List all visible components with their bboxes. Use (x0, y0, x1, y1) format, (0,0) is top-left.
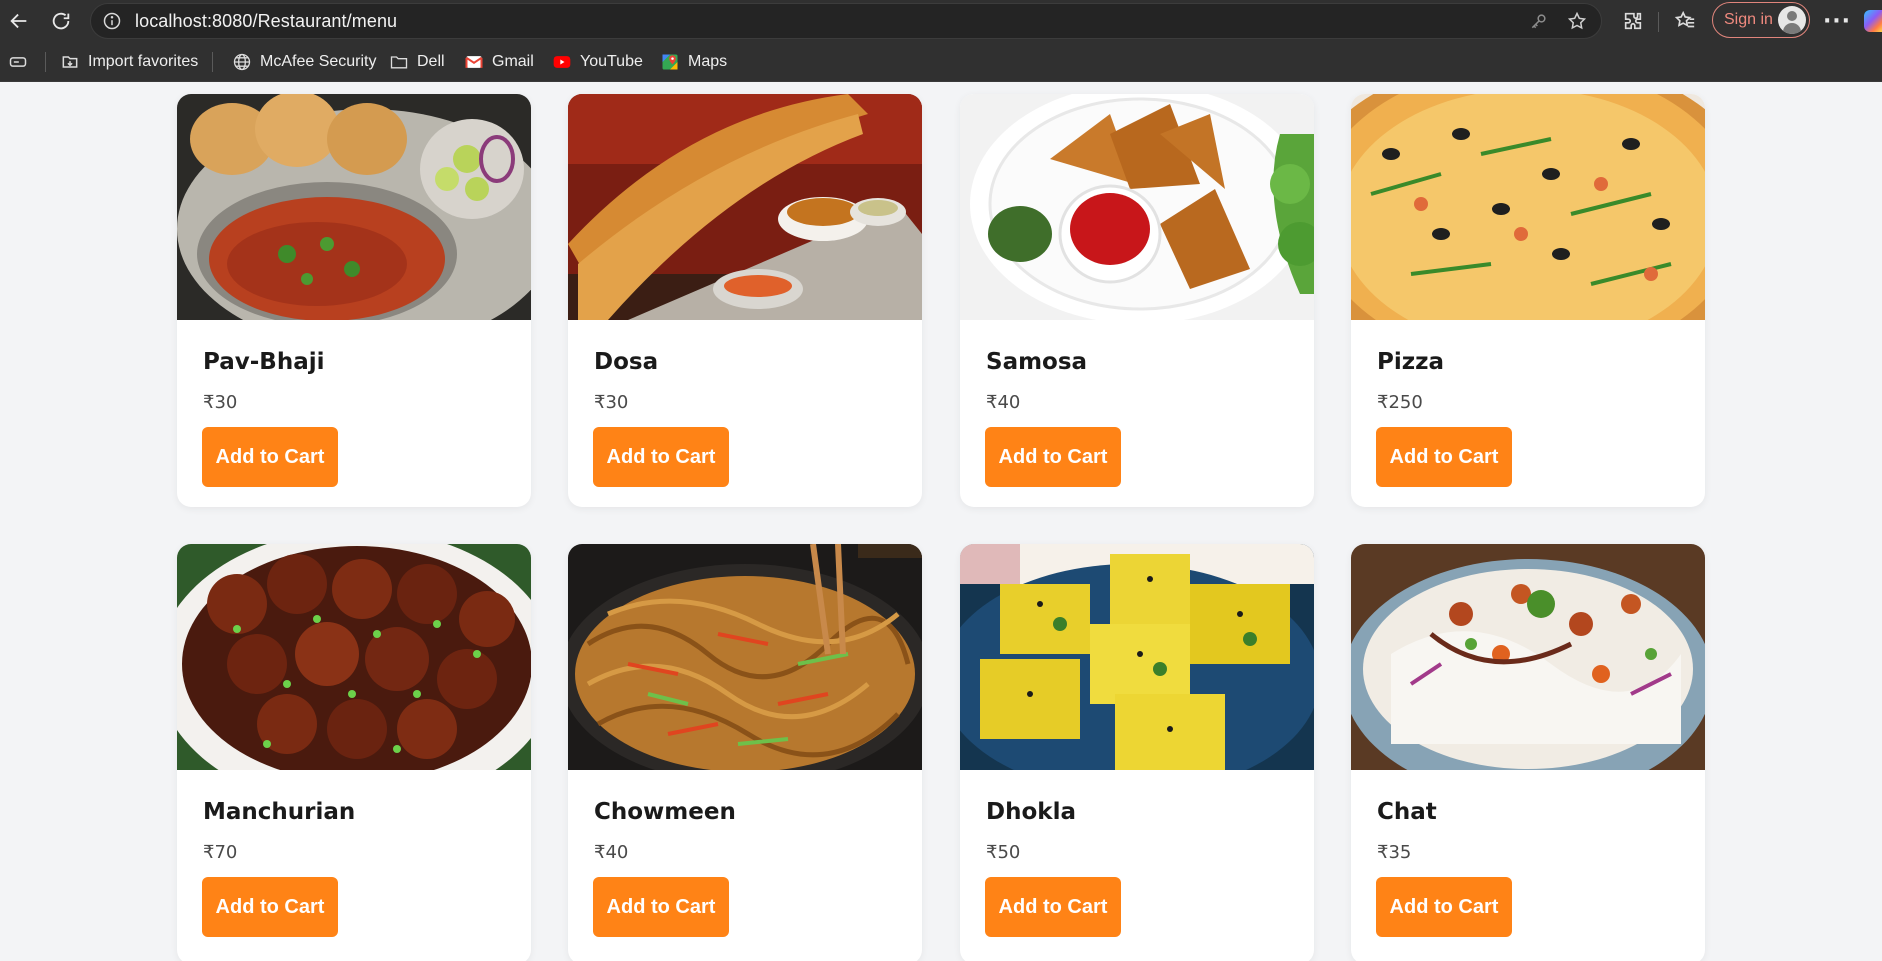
item-price: ₹250 (1377, 392, 1423, 413)
add-to-cart-button[interactable]: Add to Cart (202, 427, 338, 487)
globe-icon (232, 52, 252, 72)
add-to-cart-button[interactable]: Add to Cart (1376, 877, 1512, 937)
refresh-icon (52, 12, 70, 30)
add-to-cart-button[interactable]: Add to Cart (593, 877, 729, 937)
bookmark-youtube[interactable]: YouTube (552, 50, 643, 74)
folder-icon (389, 52, 409, 72)
sign-in-button[interactable]: Sign in (1712, 2, 1810, 38)
maps-icon (660, 52, 680, 72)
item-price: ₹30 (203, 392, 238, 413)
menu-card-chat: Chat ₹35 Add to Cart (1351, 544, 1705, 961)
browser-titlebar: localhost:8080/Restaurant/menu Sign in ·… (0, 0, 1882, 42)
item-name: Samosa (986, 349, 1088, 375)
pizza-image (1351, 94, 1705, 320)
item-name: Pav-Bhaji (203, 349, 325, 375)
item-name: Manchurian (203, 799, 356, 825)
bookmarks-divider (45, 52, 46, 72)
samosa-image (960, 94, 1314, 320)
youtube-icon (552, 52, 572, 72)
collections-icon[interactable] (8, 50, 28, 74)
menu-card-pizza: Pizza ₹250 Add to Cart (1351, 94, 1705, 507)
refresh-button[interactable] (44, 4, 78, 38)
bookmark-label: YouTube (580, 53, 643, 70)
add-to-cart-button[interactable]: Add to Cart (1376, 427, 1512, 487)
bookmark-label: Dell (417, 53, 445, 70)
back-arrow-icon (10, 13, 27, 29)
bookmarks-bar: Import favorites McAfee Security Dell Gm… (0, 42, 1882, 82)
url-text[interactable]: localhost:8080/Restaurant/menu (135, 11, 397, 32)
back-button[interactable] (2, 4, 36, 38)
bookmark-dell[interactable]: Dell (389, 50, 445, 74)
extensions-icon[interactable] (1618, 6, 1648, 36)
add-to-cart-button[interactable]: Add to Cart (202, 877, 338, 937)
site-info-icon[interactable] (101, 10, 123, 32)
bookmark-label: Import favorites (88, 53, 199, 70)
sign-in-label: Sign in (1724, 11, 1773, 28)
bookmark-gmail[interactable]: Gmail (464, 50, 534, 74)
add-to-cart-button[interactable]: Add to Cart (985, 877, 1121, 937)
bookmark-mcafee-security[interactable]: McAfee Security (232, 50, 376, 74)
manchurian-image (177, 544, 531, 770)
bookmark-label: McAfee Security (260, 53, 377, 70)
more-options-icon[interactable]: ··· (1820, 4, 1854, 38)
profile-avatar-icon (1778, 6, 1806, 34)
import-icon (60, 52, 80, 72)
bookmark-label: Gmail (492, 53, 534, 70)
bookmark-import-favorites[interactable]: Import favorites (60, 50, 198, 74)
address-bar[interactable]: localhost:8080/Restaurant/menu (90, 3, 1602, 39)
add-to-cart-button[interactable]: Add to Cart (593, 427, 729, 487)
item-name: Dosa (594, 349, 659, 375)
menu-card-chowmeen: Chowmeen ₹40 Add to Cart (568, 544, 922, 961)
chowmeen-image (568, 544, 922, 770)
item-price: ₹40 (594, 842, 629, 863)
gmail-icon (464, 52, 484, 72)
item-price: ₹70 (203, 842, 238, 863)
chat-image (1351, 544, 1705, 770)
menu-card-samosa: Samosa ₹40 Add to Cart (960, 94, 1314, 507)
item-name: Pizza (1377, 349, 1445, 375)
copilot-icon[interactable] (1864, 10, 1882, 32)
menu-card-dhokla: Dhokla ₹50 Add to Cart (960, 544, 1314, 961)
menu-card-pav-bhaji: Pav-Bhaji ₹30 Add to Cart (177, 94, 531, 507)
favorites-icon[interactable] (1670, 6, 1700, 36)
dosa-image (568, 94, 922, 320)
toolbar-divider (1658, 12, 1659, 32)
item-name: Chowmeen (594, 799, 736, 825)
key-icon[interactable] (1529, 11, 1549, 31)
bookmarks-divider (212, 52, 213, 72)
pav-bhaji-image (177, 94, 531, 320)
dhokla-image (960, 544, 1314, 770)
menu-page: Pav-Bhaji ₹30 Add to Cart Dosa ₹30 Add t… (0, 82, 1882, 961)
item-price: ₹35 (1377, 842, 1412, 863)
bookmark-maps[interactable]: Maps (660, 50, 727, 74)
item-price: ₹50 (986, 842, 1021, 863)
add-to-cart-button[interactable]: Add to Cart (985, 427, 1121, 487)
item-price: ₹40 (986, 392, 1021, 413)
favorite-star-icon[interactable] (1567, 11, 1587, 31)
item-price: ₹30 (594, 392, 629, 413)
item-name: Chat (1377, 799, 1437, 825)
item-name: Dhokla (986, 799, 1076, 825)
menu-card-dosa: Dosa ₹30 Add to Cart (568, 94, 922, 507)
bookmark-label: Maps (688, 53, 728, 70)
menu-card-manchurian: Manchurian ₹70 Add to Cart (177, 544, 531, 961)
